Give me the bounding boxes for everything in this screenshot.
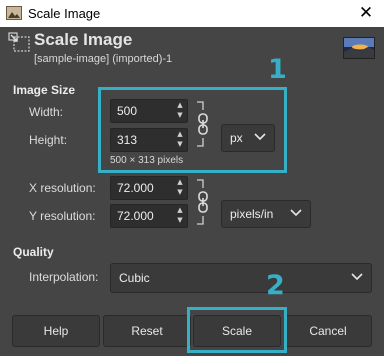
reset-button[interactable]: Reset (103, 315, 191, 347)
resolution-unit-select[interactable]: pixels/in (221, 200, 311, 228)
chevron-down-icon (290, 209, 302, 217)
quality-section-label: Quality (13, 245, 54, 259)
dialog-subtitle: [sample-image] (imported)-1 (34, 53, 173, 65)
interpolation-select[interactable]: Cubic (110, 263, 372, 293)
window-title: Scale Image (28, 6, 101, 21)
chevron-down-icon (351, 273, 363, 281)
chain-link-resolution-icon[interactable] (195, 178, 209, 226)
y-resolution-increment-icon[interactable]: ▲ (175, 206, 185, 215)
x-resolution-decrement-icon[interactable]: ▼ (175, 188, 185, 197)
interpolation-value: Cubic (119, 271, 150, 285)
resolution-unit-value: pixels/in (230, 207, 274, 221)
x-resolution-value: 72.000 (117, 181, 154, 195)
annotation-number-1: 1 (268, 54, 287, 85)
image-thumbnail (343, 37, 375, 59)
highlight-box-scale (187, 307, 287, 353)
y-resolution-value: 72.000 (117, 209, 154, 223)
image-size-section-label: Image Size (13, 83, 76, 97)
cancel-button[interactable]: Cancel (284, 315, 372, 347)
interpolation-label: Interpolation: (29, 270, 99, 284)
x-resolution-increment-icon[interactable]: ▲ (175, 178, 185, 187)
height-label: Height: (29, 133, 68, 147)
help-button[interactable]: Help (12, 315, 100, 347)
x-resolution-input[interactable]: 72.000 ▲ ▼ (110, 176, 188, 200)
annotation-number-2: 2 (266, 270, 285, 301)
close-icon[interactable]: ✕ (355, 3, 377, 23)
y-resolution-input[interactable]: 72.000 ▲ ▼ (110, 204, 188, 228)
window-titlebar: Scale Image ✕ (0, 0, 384, 27)
highlight-box-size (98, 87, 287, 173)
gimp-app-icon (6, 6, 22, 20)
dialog-title: Scale Image (34, 30, 133, 49)
scale-image-icon (8, 32, 30, 52)
y-resolution-decrement-icon[interactable]: ▼ (175, 216, 185, 225)
width-label: Width: (29, 105, 64, 119)
x-resolution-label: X resolution: (29, 181, 96, 195)
y-resolution-label: Y resolution: (29, 209, 96, 223)
